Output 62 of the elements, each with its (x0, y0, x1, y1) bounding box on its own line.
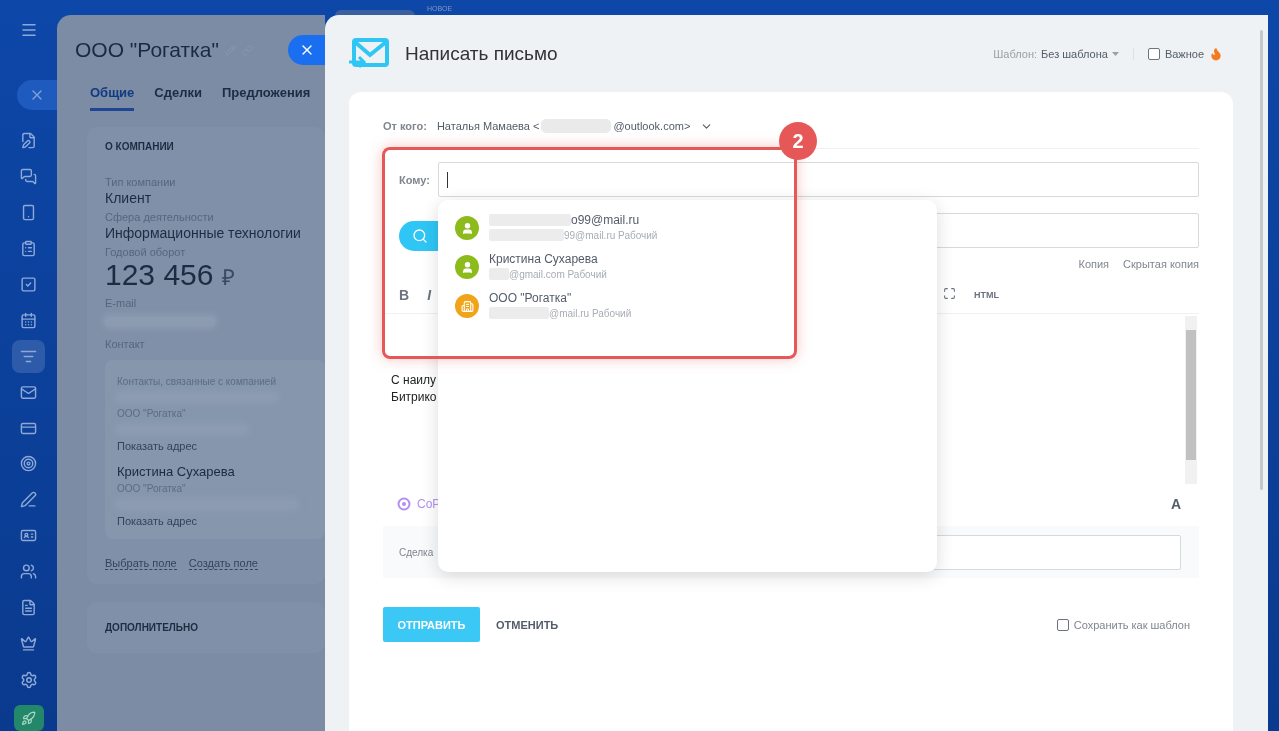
field-label: Кому: (399, 173, 431, 186)
close-button[interactable] (288, 35, 325, 65)
suggestion-title: Кристина Сухарева (489, 252, 598, 266)
italic-button[interactable]: I (427, 287, 431, 303)
step-badge: 2 (779, 122, 817, 160)
field-link[interactable]: Создать поле (188, 557, 258, 570)
scrollbar[interactable] (1185, 316, 1197, 484)
copy-link[interactable]: Скрытая копия (1123, 258, 1199, 270)
caret-icon (1111, 51, 1119, 56)
building-icon (455, 294, 479, 318)
suggestion-subtitle: @gmail.com Рабочий (509, 268, 607, 280)
tab[interactable]: Общие (90, 85, 135, 111)
body-text: Битрико (391, 389, 438, 406)
copilot-icon[interactable] (397, 497, 411, 511)
user-icon (455, 216, 479, 240)
checkbox[interactable] (1056, 618, 1069, 631)
field-link[interactable]: Выбрать поле (105, 557, 177, 570)
amount-value: 123 456 ₽ (105, 258, 236, 292)
scrollbar[interactable] (1260, 30, 1263, 490)
show-address-link[interactable]: Показать адрес (117, 440, 325, 452)
sender-domain: @outlook.com> (613, 120, 691, 132)
recipient-field[interactable] (438, 162, 1199, 197)
suggestion-item[interactable]: o99@mail.ru 99@mail.ru Рабочий (438, 213, 937, 252)
rocket-icon (21, 710, 36, 726)
suggestion-title: ООО "Рогатка" (489, 291, 572, 305)
bold-button[interactable]: B (399, 287, 410, 303)
important-label: Важное (1164, 47, 1204, 60)
user-icon (455, 255, 479, 279)
section-title: ДОПОЛНИТЕЛЬНО (87, 602, 325, 653)
tab[interactable]: Предложения (222, 85, 311, 111)
body-text: С наилу (391, 372, 437, 389)
rocket-button[interactable] (13, 705, 44, 731)
filter-icon[interactable] (12, 339, 45, 373)
search-icon (412, 228, 428, 244)
company-title: ООО "Рогатка" (75, 38, 219, 62)
section-title: О КОМПАНИИ (105, 141, 175, 152)
flame-icon (1209, 46, 1223, 61)
cancel-button[interactable]: ОТМЕНИТЬ (490, 617, 565, 632)
suggestion-item[interactable]: Кристина Сухарева @gmail.com Рабочий (438, 252, 937, 291)
close-button[interactable] (17, 79, 57, 110)
suggestion-subtitle: @mail.ru Рабочий (549, 307, 632, 319)
save-template-label: Сохранить как шаблон (1073, 618, 1190, 631)
font-button[interactable]: A (1170, 496, 1181, 512)
show-address-link[interactable]: Показать адрес (117, 515, 325, 527)
field-value: Клиент (105, 190, 153, 206)
suggestion-item[interactable]: ООО "Рогатка" @mail.ru Рабочий (438, 291, 937, 330)
contact-name: Кристина Сухарева (117, 464, 236, 479)
field-label: От кого: (383, 120, 427, 132)
deal-field[interactable] (933, 534, 1181, 570)
mail-send-icon (349, 37, 389, 70)
checkbox[interactable] (1147, 47, 1160, 60)
field-label: Сделка (399, 546, 434, 558)
suggestion-title: o99@mail.ru (571, 213, 640, 227)
copy-link[interactable]: Копия (1078, 258, 1110, 270)
panel-title: Написать письмо (405, 42, 558, 65)
sender-name: Наталья Мамаева < (436, 120, 540, 132)
template-select[interactable]: Шаблон: Без шаблона (993, 47, 1134, 60)
field-value: Информационные технологии (105, 225, 302, 241)
html-button[interactable]: HTML (974, 290, 999, 300)
tab[interactable]: Сделки (154, 85, 202, 111)
suggestion-subtitle: 99@mail.ru Рабочий (564, 229, 658, 241)
search-button[interactable] (399, 221, 441, 251)
